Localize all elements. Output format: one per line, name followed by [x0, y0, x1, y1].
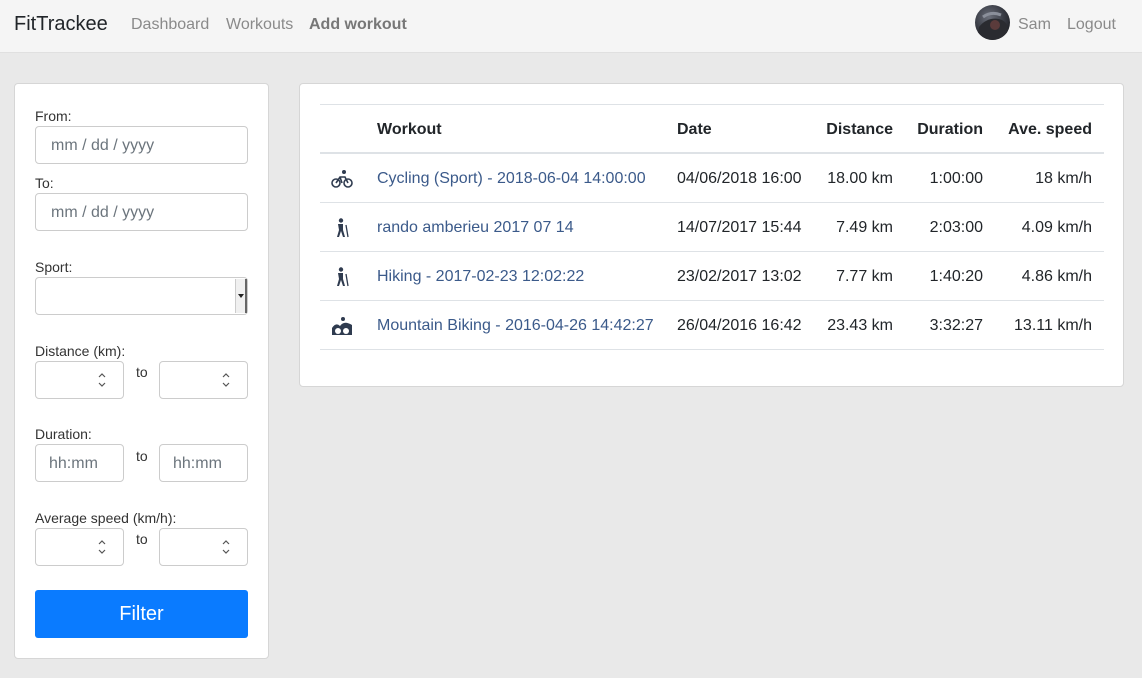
- nav-workouts[interactable]: Workouts: [226, 16, 293, 34]
- cycling-sport-icon: [331, 170, 353, 188]
- workout-distance: 7.49 km: [836, 219, 893, 236]
- workout-speed: 4.86 km/h: [1021, 268, 1092, 285]
- nav-add-workout[interactable]: Add workout: [309, 16, 407, 34]
- workout-duration: 1:00:00: [929, 170, 983, 187]
- sport-select[interactable]: [35, 277, 248, 315]
- table-header: Workout Date Distance Duration Ave. spee…: [320, 104, 1104, 154]
- avg-speed-label: Average speed (km/h):: [35, 510, 177, 526]
- avatar[interactable]: [975, 5, 1010, 40]
- workout-distance: 23.43 km: [827, 317, 893, 334]
- avg-speed-from-input[interactable]: [35, 528, 124, 566]
- filter-panel: From: mm / dd / yyyy To: mm / dd / yyyy …: [14, 83, 269, 659]
- duration-to-placeholder: hh:mm: [173, 455, 222, 472]
- workout-distance: 7.77 km: [836, 268, 893, 285]
- distance-to-input[interactable]: [159, 361, 248, 399]
- logout-link[interactable]: Logout: [1067, 16, 1116, 34]
- duration-label: Duration:: [35, 426, 92, 442]
- duration-from-input[interactable]: hh:mm: [35, 444, 124, 482]
- workout-date: 04/06/2018 16:00: [677, 170, 802, 187]
- duration-from-placeholder: hh:mm: [49, 455, 98, 472]
- duration-to-label: to: [136, 448, 148, 464]
- workout-link[interactable]: Hiking - 2017-02-23 12:02:22: [377, 268, 584, 286]
- workout-distance: 18.00 km: [827, 170, 893, 187]
- distance-from-input[interactable]: [35, 361, 124, 399]
- workout-speed: 13.11 km/h: [1014, 317, 1092, 334]
- avg-speed-to-label: to: [136, 531, 148, 547]
- workout-date: 26/04/2016 16:42: [677, 317, 802, 334]
- col-distance: Distance: [826, 121, 893, 138]
- col-workout: Workout: [377, 121, 442, 138]
- table-row: rando amberieu 2017 07 14 14/07/2017 15:…: [320, 203, 1104, 252]
- spinner-icon[interactable]: [97, 538, 107, 556]
- workout-link[interactable]: rando amberieu 2017 07 14: [377, 219, 574, 237]
- from-date-input[interactable]: mm / dd / yyyy: [35, 126, 248, 164]
- table-row: Mountain Biking - 2016-04-26 14:42:27 26…: [320, 301, 1104, 350]
- mountain-biking-icon: [332, 317, 352, 335]
- workout-speed: 4.09 km/h: [1021, 219, 1092, 236]
- col-duration: Duration: [917, 121, 983, 138]
- to-date-placeholder: mm / dd / yyyy: [51, 204, 155, 221]
- from-label: From:: [35, 108, 72, 124]
- hiking-icon: [337, 218, 349, 238]
- to-date-input[interactable]: mm / dd / yyyy: [35, 193, 248, 231]
- hiking-icon: [337, 267, 349, 287]
- table-row: Cycling (Sport) - 2018-06-04 14:00:00 04…: [320, 154, 1104, 203]
- spinner-icon[interactable]: [97, 371, 107, 389]
- workout-link[interactable]: Cycling (Sport) - 2018-06-04 14:00:00: [377, 170, 646, 188]
- workout-link[interactable]: Mountain Biking - 2016-04-26 14:42:27: [377, 317, 654, 335]
- chevron-down-icon[interactable]: [235, 279, 247, 313]
- col-date: Date: [677, 121, 712, 138]
- duration-to-input[interactable]: hh:mm: [159, 444, 248, 482]
- workout-date: 14/07/2017 15:44: [677, 219, 802, 236]
- avg-speed-to-input[interactable]: [159, 528, 248, 566]
- workout-duration: 2:03:00: [929, 219, 983, 236]
- navbar: FitTrackee Dashboard Workouts Add workou…: [0, 0, 1142, 53]
- distance-to-label: to: [136, 364, 148, 380]
- filter-button[interactable]: Filter: [35, 590, 248, 638]
- workout-duration: 1:40:20: [929, 268, 983, 285]
- workouts-table-card: Workout Date Distance Duration Ave. spee…: [299, 83, 1124, 387]
- nav-dashboard[interactable]: Dashboard: [131, 16, 209, 34]
- spinner-icon[interactable]: [221, 371, 231, 389]
- workout-duration: 3:32:27: [929, 317, 983, 334]
- table-row: Hiking - 2017-02-23 12:02:22 23/02/2017 …: [320, 252, 1104, 301]
- spinner-icon[interactable]: [221, 538, 231, 556]
- workout-date: 23/02/2017 13:02: [677, 268, 802, 285]
- from-date-placeholder: mm / dd / yyyy: [51, 137, 155, 154]
- workout-speed: 18 km/h: [1035, 170, 1092, 187]
- sport-label: Sport:: [35, 259, 73, 275]
- distance-label: Distance (km):: [35, 343, 126, 359]
- user-name[interactable]: Sam: [1018, 16, 1051, 34]
- col-avg-speed: Ave. speed: [1008, 121, 1092, 138]
- brand-logo[interactable]: FitTrackee: [14, 13, 108, 36]
- to-label: To:: [35, 175, 54, 191]
